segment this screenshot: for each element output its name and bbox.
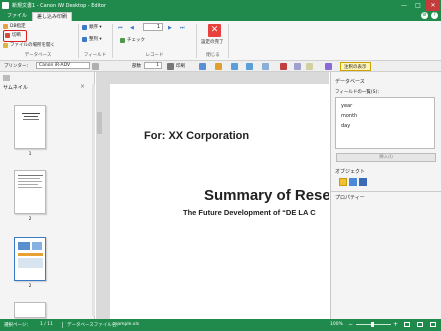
order-icon — [82, 25, 87, 30]
separator — [196, 24, 197, 58]
separator — [228, 24, 229, 58]
copies-label: 部数 — [132, 64, 141, 69]
thumbnail-scrollbar[interactable] — [92, 84, 95, 316]
check-icon — [120, 38, 125, 43]
text-object-icon[interactable] — [339, 178, 347, 186]
arrange-icon — [82, 37, 87, 42]
order-button[interactable]: 順序 ▾ — [82, 24, 102, 32]
group-field-label: フィールド — [83, 53, 107, 58]
barcode-object-icon[interactable] — [359, 178, 367, 186]
check-button[interactable]: チェック — [120, 37, 145, 45]
cut-tool-icon[interactable] — [280, 63, 287, 70]
undo-icon[interactable] — [246, 63, 253, 70]
fit-width-icon[interactable] — [417, 322, 423, 327]
cut-highlight — [3, 30, 27, 42]
tab-file[interactable]: ファイル — [3, 12, 31, 21]
group-database-label: データベース — [24, 53, 52, 58]
minimize-button[interactable]: — — [397, 0, 411, 11]
zoom-level: 100% — [330, 322, 343, 327]
menu-bar: ファイル 差し込み印刷 ⚙? — [0, 11, 441, 21]
thumbnail-page-number: 2 — [28, 284, 32, 289]
prev-record-icon[interactable]: ◀ — [130, 25, 134, 31]
ribbon: DB指定 切断 ファイルの場所を開く データベース 順序 ▾ 整列 ▾ フィール… — [0, 21, 441, 61]
panel-divider — [331, 191, 441, 192]
arrange-button[interactable]: 整列 ▾ — [82, 36, 102, 44]
insert-button[interactable]: 挿入(I) — [336, 153, 436, 162]
redo-icon[interactable] — [262, 63, 269, 70]
status-page-label: 選択ページ： — [4, 323, 31, 328]
zoom-in-icon[interactable]: + — [393, 321, 398, 328]
page-thumbnail[interactable] — [14, 170, 46, 214]
thumbnail-page-number: 2 — [28, 217, 32, 222]
thumbnail-page-number: 1 — [28, 152, 32, 157]
two-page-icon[interactable] — [430, 322, 436, 327]
group-record-label: レコード — [145, 53, 164, 58]
document-title: Summary of Rese — [204, 187, 329, 204]
settings-done-button[interactable]: 設定の完了 — [201, 39, 224, 45]
image-object-icon[interactable] — [349, 178, 357, 186]
company-line: For: XX Corporation — [144, 130, 250, 142]
tab-mail-merge[interactable]: 差し込み印刷 — [32, 12, 73, 21]
view-icon[interactable] — [325, 63, 332, 70]
next-record-icon[interactable]: ▶ — [168, 25, 172, 31]
close-settings-icon[interactable]: ✕ — [208, 24, 221, 37]
page-thumbnail[interactable] — [14, 105, 46, 149]
page-thumbnail[interactable] — [14, 302, 46, 318]
zoom-out-icon[interactable]: − — [348, 321, 353, 328]
document-page[interactable]: For: XX Corporation Summary of Rese The … — [110, 84, 329, 319]
open-file-location-button[interactable]: ファイルの場所を開く — [3, 42, 55, 50]
export-icon[interactable] — [215, 63, 222, 70]
title-bar: 新規文書1 - Canon iW Desktop - Editor — □ ✕ — [0, 0, 441, 11]
maximize-button[interactable]: □ — [411, 0, 425, 11]
copy-icon[interactable] — [294, 63, 301, 70]
document-subtitle: The Future Development of “DE LA C — [183, 208, 316, 217]
thumbnail-panel-title: サムネイル — [3, 85, 28, 91]
list-item[interactable]: month — [341, 113, 357, 119]
database-icon — [3, 24, 8, 29]
last-record-icon[interactable]: ⏭ — [180, 25, 185, 31]
print-toolbar: プリンター： Canon iR-ADV 部数 1 印刷 注釈の表示 — [0, 61, 441, 72]
field-list-label: フィールドの一覧(S)： — [335, 90, 382, 95]
fit-page-icon[interactable] — [404, 322, 410, 327]
status-db-file-label: データベースファイル名： — [67, 323, 121, 328]
left-panel-splitter[interactable] — [97, 112, 102, 134]
object-label: オブジェクト — [335, 169, 366, 175]
group-close-label: 閉じる — [206, 53, 220, 58]
status-db-file-value: sample.xls — [115, 322, 140, 327]
settings-icon[interactable]: ⚙ — [421, 12, 428, 19]
printer-select[interactable]: Canon iR-ADV — [36, 62, 90, 69]
sync-icon[interactable] — [231, 63, 238, 70]
print-icon[interactable] — [167, 63, 174, 70]
app-icon — [2, 2, 9, 9]
zoom-slider-thumb[interactable] — [371, 322, 374, 327]
copies-input[interactable]: 1 — [144, 62, 162, 69]
help-icon[interactable]: ? — [431, 12, 438, 19]
first-record-icon[interactable]: ⏮ — [118, 25, 123, 31]
record-number-input[interactable]: 1 — [143, 23, 163, 31]
help-icons: ⚙? — [418, 12, 438, 20]
panel-close-icon[interactable]: × — [80, 83, 85, 90]
page-thumbnail-selected[interactable] — [14, 237, 46, 281]
status-separator — [62, 322, 63, 328]
field-list[interactable]: year month day — [335, 97, 435, 149]
property-label: プロパティー — [335, 195, 365, 201]
folder-icon — [3, 43, 8, 48]
paste-icon[interactable] — [306, 63, 313, 70]
printer-settings-icon[interactable] — [92, 63, 99, 70]
window-title: 新規文書1 - Canon iW Desktop - Editor — [12, 3, 107, 9]
thumbnail-icon — [3, 75, 10, 81]
status-bar: 選択ページ： 1 / 11 データベースファイル名： sample.xls 10… — [0, 319, 441, 331]
list-item[interactable]: day — [341, 123, 350, 129]
printer-label: プリンター： — [4, 64, 31, 69]
print-button[interactable]: 印刷 — [176, 62, 185, 71]
close-button[interactable]: ✕ — [426, 0, 440, 11]
database-panel-title: データベース — [335, 79, 365, 85]
status-page-value: 1 / 11 — [40, 322, 53, 327]
list-item[interactable]: year — [341, 103, 352, 109]
mail-merge-icon[interactable] — [199, 63, 206, 70]
show-annotations-toggle[interactable]: 注釈の表示 — [340, 62, 371, 71]
